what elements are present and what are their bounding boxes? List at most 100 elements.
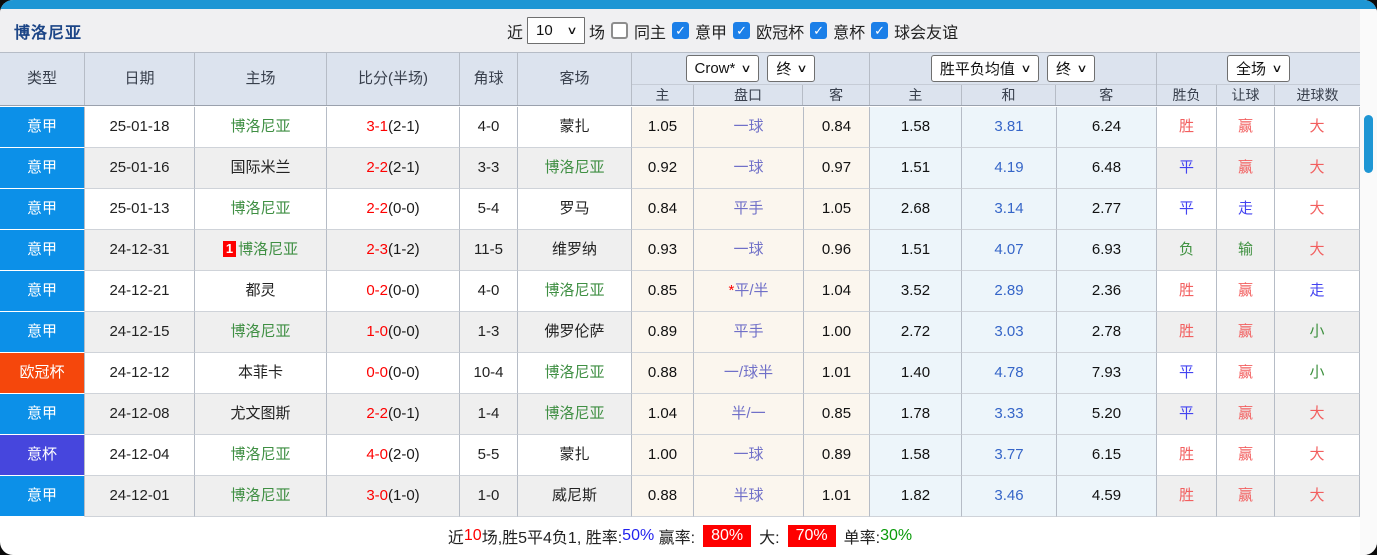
goals-result-value: 大 (1309, 159, 1325, 176)
half-time-score: (0-0) (388, 364, 420, 381)
score-cell: 2-2(0-0) (327, 189, 460, 230)
odds-home-value: 0.84 (647, 200, 678, 217)
corner-cell: 3-3 (460, 148, 518, 189)
scrollbar-thumb[interactable] (1364, 115, 1373, 173)
corner-count: 1-3 (477, 323, 500, 340)
odds-home-value: 1.05 (647, 118, 678, 135)
corner-cell: 11-5 (460, 230, 518, 271)
handicap-result-cell: 赢 (1217, 394, 1275, 435)
odds-away-cell: 1.01 (804, 353, 870, 394)
league-type-cell: 意甲 (0, 189, 85, 230)
match-date: 24-12-12 (109, 364, 170, 381)
avg-draw-cell: 3.33 (962, 394, 1057, 435)
filter-checkbox-serie-a[interactable]: ✓ (672, 22, 690, 39)
filter-label-serie-a: 意甲 (695, 24, 728, 42)
corner-count: 11-5 (474, 241, 503, 258)
home-team-name: 尤文图斯 (230, 405, 291, 422)
avg-draw-value: 3.33 (994, 405, 1024, 422)
avg-away-value: 5.20 (1091, 405, 1122, 422)
full-time-score: 4-0 (366, 446, 388, 463)
filter-checkbox-friendly[interactable]: ✓ (871, 22, 889, 39)
outcome-value: 平 (1178, 200, 1194, 217)
bookmaker-select[interactable]: Crow* ∨ (685, 55, 760, 82)
odds-away-cell: 0.84 (804, 107, 870, 148)
avg-away-cell: 6.48 (1057, 148, 1157, 189)
summary-count: 10 (463, 526, 482, 544)
odds-home-value: 1.00 (647, 446, 678, 463)
home-team-cell: 博洛尼亚 (195, 107, 327, 148)
odds-home-cell: 0.89 (632, 312, 694, 353)
chevron-down-icon: ∨ (1020, 63, 1032, 75)
away-team-name: 博洛尼亚 (544, 159, 605, 176)
avg-draw-cell: 3.03 (962, 312, 1057, 353)
filter-checkbox-ucl[interactable]: ✓ (733, 22, 751, 39)
half-time-score: (0-0) (388, 200, 420, 217)
handicap-cell: 一/球半 (694, 353, 804, 394)
average-column-group: 胜平负均值 ∨ 终 ∨ 主 和 客 (870, 53, 1157, 105)
sub-header-avg-home: 主 (870, 85, 962, 105)
goals-result-value: 大 (1309, 200, 1325, 217)
outcome-cell: 平 (1157, 148, 1217, 189)
avg-away-value: 4.59 (1091, 487, 1122, 504)
corner-count: 3-3 (477, 159, 500, 176)
home-team-name: 博洛尼亚 (238, 241, 299, 258)
home-team-name: 国际米兰 (230, 159, 291, 176)
odds-home-cell: 0.88 (632, 353, 694, 394)
table-row: 意杯 24-12-04 博洛尼亚 4-0(2-0) 5-5 蒙扎 1.00 一球 0.89 1.5… (0, 435, 1360, 476)
avg-home-value: 3.52 (900, 282, 931, 299)
table-row: 意甲 24-12-01 博洛尼亚 3-0(1-0) 1-0 威尼斯 0.88 半球 1.01 1.… (0, 476, 1360, 517)
home-team-cell: 国际米兰 (195, 148, 327, 189)
handicap-line: 平手 (733, 323, 764, 340)
league-type-label: 意甲 (26, 159, 57, 176)
match-date: 25-01-18 (109, 118, 170, 135)
average-metric-select[interactable]: 胜平负均值 ∨ (930, 55, 1039, 82)
odds-period-select[interactable]: 终 ∨ (767, 55, 816, 82)
score-cell: 3-1(2-1) (327, 107, 460, 148)
away-team-cell: 博洛尼亚 (518, 394, 632, 435)
away-team-cell: 博洛尼亚 (518, 148, 632, 189)
goals-result-cell: 大 (1275, 148, 1360, 189)
odds-home-cell: 0.88 (632, 476, 694, 517)
avg-away-value: 2.36 (1091, 282, 1122, 299)
corner-cell: 5-4 (460, 189, 518, 230)
avg-draw-value: 3.77 (994, 446, 1024, 463)
full-time-score: 2-2 (366, 159, 388, 176)
avg-away-value: 7.93 (1091, 364, 1122, 381)
odds-away-value: 1.05 (821, 200, 852, 217)
home-team-name: 博洛尼亚 (230, 118, 291, 135)
league-type-label: 意甲 (26, 323, 57, 340)
odds-home-value: 0.89 (647, 323, 678, 340)
avg-away-cell: 6.93 (1057, 230, 1157, 271)
goals-result-cell: 大 (1275, 230, 1360, 271)
table-row: 意甲 25-01-16 国际米兰 2-2(2-1) 3-3 博洛尼亚 0.92 一球 0.97 1… (0, 148, 1360, 189)
odds-home-cell: 0.85 (632, 271, 694, 312)
corner-cell: 5-5 (460, 435, 518, 476)
full-time-score: 3-1 (366, 118, 388, 135)
handicap-result-value: 赢 (1237, 323, 1253, 340)
odds-home-value: 0.88 (647, 364, 678, 381)
average-period-select[interactable]: 终 ∨ (1047, 55, 1096, 82)
home-team-name: 博洛尼亚 (230, 487, 291, 504)
recent-count-select[interactable]: 10 ∨ (527, 17, 586, 44)
goals-result-value: 大 (1309, 241, 1325, 258)
match-date: 24-12-15 (109, 323, 170, 340)
odds-away-cell: 0.89 (804, 435, 870, 476)
corner-cell: 10-4 (460, 353, 518, 394)
avg-home-cell: 1.82 (870, 476, 962, 517)
chevron-down-icon: ∨ (796, 63, 809, 75)
date-cell: 24-12-04 (85, 435, 195, 476)
filter-checkbox-coppa[interactable]: ✓ (810, 22, 828, 39)
avg-draw-value: 3.46 (994, 487, 1024, 504)
odds-home-value: 0.85 (647, 282, 678, 299)
home-rank-badge: 1 (222, 241, 237, 257)
same-home-checkbox[interactable] (611, 22, 629, 39)
odds-home-cell: 0.92 (632, 148, 694, 189)
avg-draw-cell: 3.14 (962, 189, 1057, 230)
half-time-score: (2-0) (388, 446, 420, 463)
scrollbar-track[interactable] (1360, 9, 1377, 555)
table-row: 意甲 24-12-31 1 博洛尼亚 2-3(1-2) 11-5 维罗纳 0.93 一球 0.96… (0, 230, 1360, 271)
score-cell: 2-3(1-2) (327, 230, 460, 271)
scope-select[interactable]: 全场 ∨ (1226, 55, 1291, 82)
avg-home-value: 1.82 (900, 487, 931, 504)
table-row: 意甲 25-01-18 博洛尼亚 3-1(2-1) 4-0 蒙扎 1.05 一球 0.84 1.5… (0, 107, 1360, 148)
